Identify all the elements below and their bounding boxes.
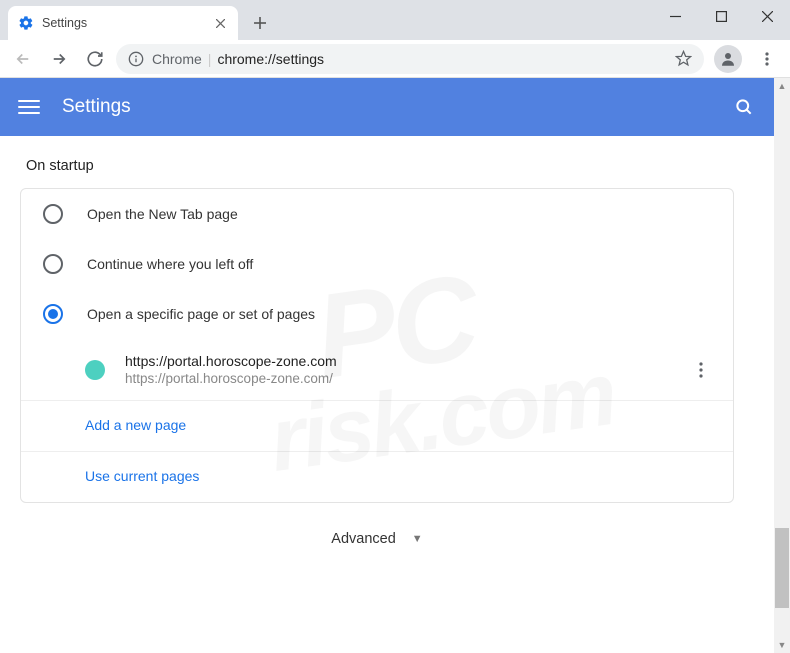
option-new-tab[interactable]: Open the New Tab page: [21, 189, 733, 239]
site-info-icon[interactable]: [128, 51, 144, 67]
address-bar[interactable]: Chrome | chrome://settings: [116, 44, 704, 74]
vertical-scrollbar[interactable]: ▲ ▼: [774, 78, 790, 653]
reload-button[interactable]: [80, 44, 110, 74]
radio-button[interactable]: [43, 204, 63, 224]
option-label: Open the New Tab page: [87, 206, 238, 222]
radio-button[interactable]: [43, 254, 63, 274]
page-entry-url: https://portal.horoscope-zone.com/: [125, 371, 671, 386]
omnibox-url: chrome://settings: [217, 51, 324, 67]
page-entry-title: https://portal.horoscope-zone.com: [125, 353, 671, 369]
browser-toolbar: Chrome | chrome://settings: [0, 40, 790, 78]
search-icon[interactable]: [732, 95, 756, 119]
window-minimize-button[interactable]: [652, 0, 698, 32]
settings-header: Settings: [0, 78, 774, 136]
option-label: Continue where you left off: [87, 256, 253, 272]
scroll-up-arrow[interactable]: ▲: [774, 78, 790, 94]
window-close-button[interactable]: [744, 0, 790, 32]
chevron-down-icon: ▼: [412, 533, 423, 545]
menu-icon[interactable]: [18, 96, 40, 118]
forward-button[interactable]: [44, 44, 74, 74]
startup-page-row: https://portal.horoscope-zone.com https:…: [85, 339, 733, 400]
browser-tab[interactable]: Settings: [8, 6, 238, 40]
new-tab-button[interactable]: [246, 9, 274, 37]
option-specific-pages[interactable]: Open a specific page or set of pages: [21, 289, 733, 339]
tab-close-button[interactable]: [212, 15, 228, 31]
bookmark-star-icon[interactable]: [675, 50, 692, 67]
back-button[interactable]: [8, 44, 38, 74]
scrollbar-thumb[interactable]: [775, 528, 789, 608]
page-favicon: [85, 360, 105, 380]
add-page-link[interactable]: Add a new page: [85, 417, 186, 433]
startup-card: Open the New Tab page Continue where you…: [20, 188, 734, 503]
option-continue[interactable]: Continue where you left off: [21, 239, 733, 289]
option-label: Open a specific page or set of pages: [87, 306, 315, 322]
tab-title: Settings: [42, 16, 204, 30]
advanced-toggle[interactable]: Advanced ▼: [20, 503, 734, 575]
window-maximize-button[interactable]: [698, 0, 744, 32]
profile-button[interactable]: [714, 45, 742, 73]
omnibox-text: Chrome | chrome://settings: [152, 51, 324, 67]
use-current-pages-link[interactable]: Use current pages: [85, 468, 199, 484]
radio-button[interactable]: [43, 304, 63, 324]
row-menu-button[interactable]: [691, 362, 711, 378]
section-title: On startup: [20, 158, 734, 174]
browser-menu-button[interactable]: [752, 44, 782, 74]
advanced-label: Advanced: [331, 531, 396, 547]
gear-icon: [18, 15, 34, 31]
scroll-down-arrow[interactable]: ▼: [774, 637, 790, 653]
omnibox-origin: Chrome: [152, 51, 202, 67]
page-title: Settings: [62, 96, 710, 118]
